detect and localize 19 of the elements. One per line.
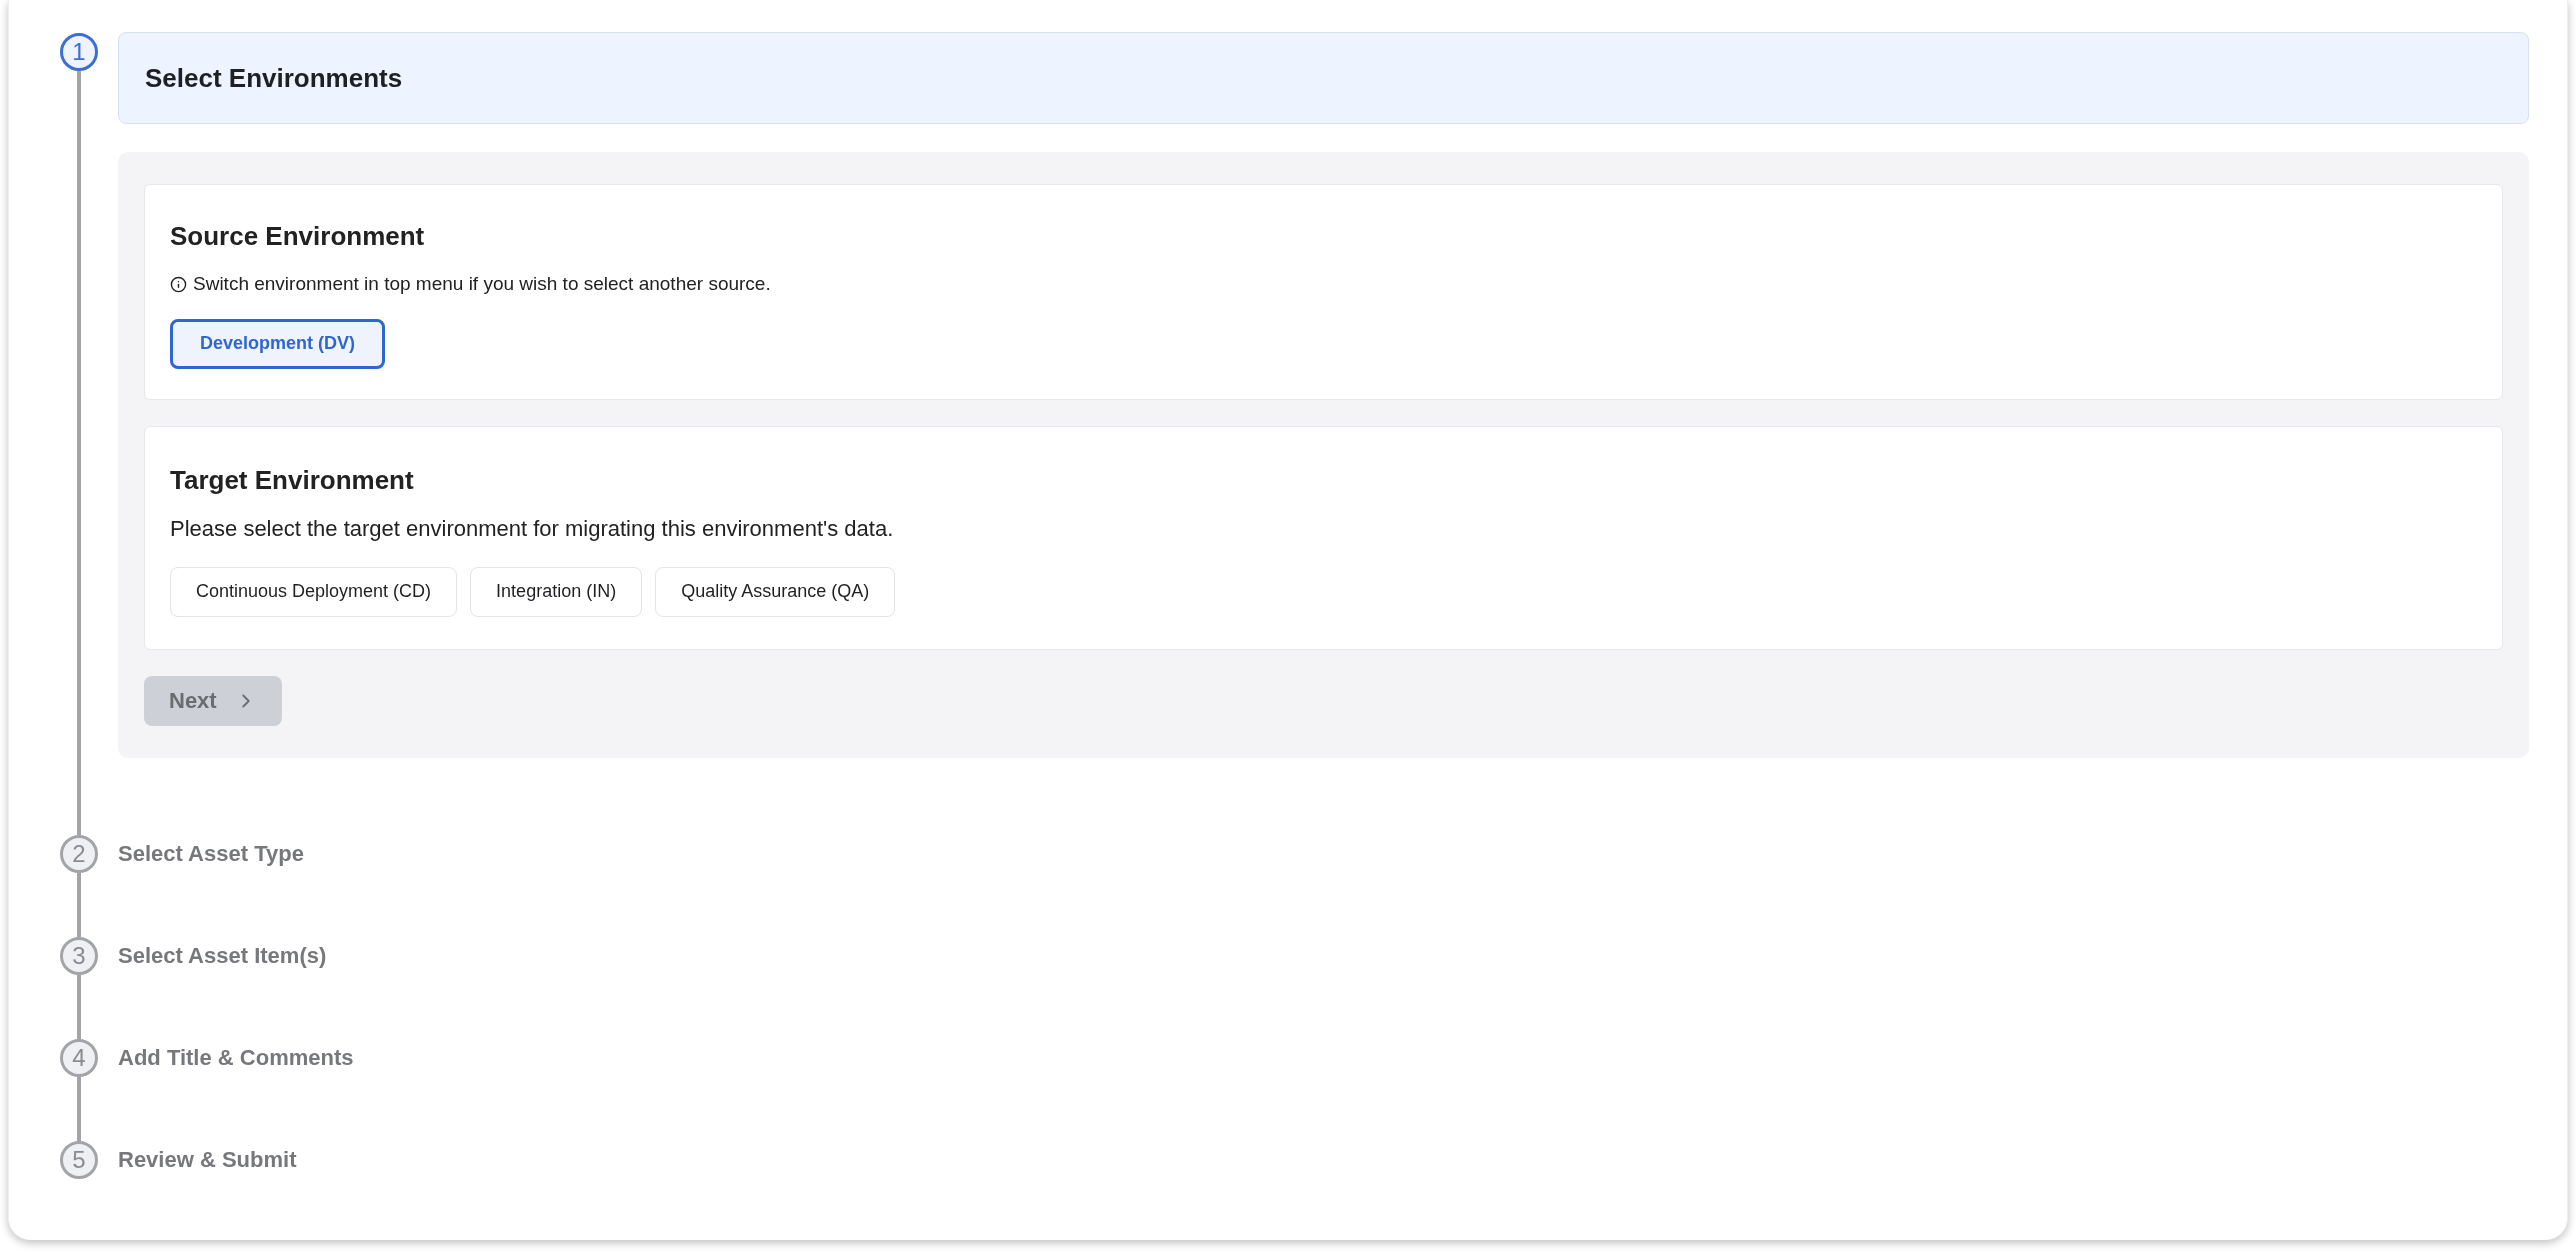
step-title[interactable]: Add Title & Comments: [118, 1041, 354, 1074]
environment-option[interactable]: Quality Assurance (QA): [655, 566, 896, 617]
info-text: Switch environment in top menu if you wish to select another source.: [193, 272, 771, 296]
step-number: 2: [60, 834, 98, 873]
step-number: 5: [60, 1140, 98, 1179]
step-title[interactable]: Select Asset Type: [118, 837, 304, 870]
step-number: 3: [60, 936, 98, 975]
step-title: Select Environments: [145, 61, 403, 95]
environment-option[interactable]: Development (DV): [170, 318, 386, 369]
step-number: 4: [60, 1038, 98, 1077]
step-title[interactable]: Select Asset Item(s): [118, 939, 327, 972]
environment-option[interactable]: Integration (IN): [470, 566, 643, 617]
card-title: Source Environment: [170, 220, 426, 253]
card-title: Target Environment: [170, 463, 415, 497]
info-icon: [170, 275, 187, 293]
step-number: 1: [60, 33, 98, 71]
environment-option[interactable]: Continuous Deployment (CD): [170, 566, 458, 617]
step-title[interactable]: Review & Submit: [118, 1143, 297, 1176]
description-text: Please select the target environment for migrating this environment's data.: [170, 514, 895, 543]
